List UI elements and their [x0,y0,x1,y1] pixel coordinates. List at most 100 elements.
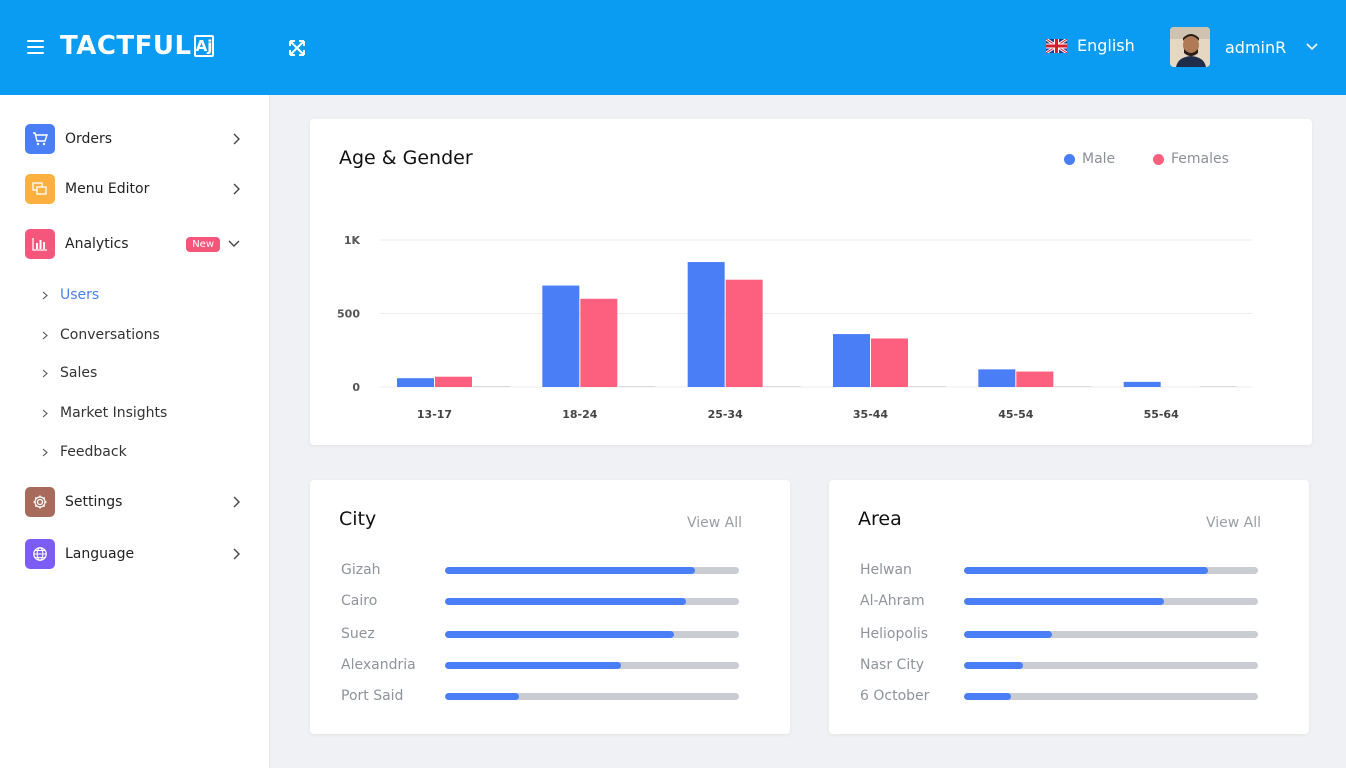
area-title: Area [858,508,902,530]
area-row: Al-Ahram [860,593,1258,609]
progress-fill [445,661,622,669]
age-gender-chart: 0 500 1K 13-17 18-24 25-34 35-44 45-54 55-64 [337,234,1252,421]
chevron-right-icon [42,448,48,456]
bar-male-13-17[interactable] [397,378,434,387]
gear-icon [25,487,55,517]
bar-females-45-54[interactable] [1016,371,1054,387]
area-label: 6 October [860,688,930,704]
progress-bar [964,566,1258,574]
bar-females-25-34[interactable] [725,279,763,387]
city-view-all-link[interactable]: View All [687,515,742,531]
chevron-right-icon [233,133,240,145]
bar-male-35-44[interactable] [833,334,870,387]
sidebar-item-orders[interactable]: Orders [25,124,240,154]
progress-fill [445,692,519,700]
bar-male-45-54[interactable] [978,369,1016,387]
sub-item-feedback[interactable]: Feedback [42,444,127,460]
layers-icon [25,174,55,204]
top-header: TACTFUL Aj English adminR [0,0,1346,95]
sub-item-label: Feedback [60,444,127,460]
sub-item-conversations[interactable]: Conversations [42,327,160,343]
sidebar-item-language[interactable]: Language [25,539,240,569]
city-row: Cairo [341,593,739,609]
sidebar-item-settings[interactable]: Settings [25,487,240,517]
language-label: English [1077,36,1135,55]
bar-male-25-34[interactable] [687,262,725,387]
bar-females-18-24[interactable] [580,298,618,387]
chevron-right-icon [233,496,240,508]
username: adminR [1225,37,1287,57]
sub-item-market-insights[interactable]: Market Insights [42,405,167,421]
legend-females[interactable]: Females [1153,151,1229,167]
chevron-down-icon [1306,43,1318,51]
progress-bar [964,692,1258,700]
sidebar: Orders Menu Editor Analytics New Users C… [0,95,270,768]
x-tick-label: 25-34 [708,408,744,421]
city-label: Gizah [341,562,381,578]
sidebar-item-label: Orders [65,131,113,147]
legend-dot [1153,153,1164,165]
sub-item-label: Conversations [60,327,160,343]
logo[interactable]: TACTFUL Aj [60,31,214,61]
hamburger-menu-icon[interactable] [27,40,44,54]
chevron-right-icon [233,548,240,560]
x-tick-label: 13-17 [417,408,452,421]
chevron-right-icon [233,183,240,195]
city-label: Port Said [341,688,404,704]
area-label: Heliopolis [860,626,929,642]
sub-item-label: Market Insights [60,405,168,421]
chevron-right-icon [42,409,48,417]
x-tick-label: 18-24 [562,408,598,421]
city-title: City [339,508,377,530]
sidebar-item-analytics[interactable]: Analytics New [25,229,240,259]
new-badge: New [186,236,220,252]
y-tick-label: 500 [337,308,360,321]
bar-females-13-17[interactable] [435,376,472,387]
progress-fill [964,566,1209,574]
chevron-right-icon [42,331,48,339]
sidebar-item-label: Analytics [65,236,129,252]
area-row: Nasr City [860,657,1258,673]
sub-item-users[interactable]: Users [42,287,99,303]
city-label: Suez [341,626,375,642]
x-tick-label: 55-64 [1144,408,1180,421]
progress-fill [964,661,1023,669]
legend-label: Male [1082,151,1116,167]
bar-females-35-44[interactable] [871,338,908,387]
progress-fill [445,630,675,638]
city-row: Alexandria [341,657,739,673]
uk-flag-icon [1046,38,1067,53]
progress-fill [964,630,1053,638]
city-row: Suez [341,626,739,642]
area-label: Helwan [860,562,912,578]
sidebar-item-label: Language [65,546,135,562]
bar-male-55-64[interactable] [1123,381,1161,387]
language-selector[interactable]: English [1046,36,1135,55]
fullscreen-icon[interactable] [288,39,306,57]
area-row: Heliopolis [860,626,1258,642]
progress-bar [445,566,739,574]
y-tick-label: 1K [344,234,361,247]
legend-dot [1064,153,1075,165]
progress-fill [964,597,1164,605]
sub-item-sales[interactable]: Sales [42,365,97,381]
avatar [1170,27,1210,67]
sidebar-item-label: Settings [65,494,123,510]
progress-bar [964,630,1258,638]
logo-suffix: Aj [193,35,214,57]
area-view-all-link[interactable]: View All [1206,515,1261,531]
progress-fill [445,597,687,605]
city-label: Cairo [341,593,378,609]
legend-male[interactable]: Male [1064,151,1115,167]
user-menu[interactable]: adminR [1170,27,1318,67]
area-row: 6 October [860,688,1258,704]
bar-male-18-24[interactable] [542,285,580,387]
progress-bar [445,630,739,638]
city-row: Port Said [341,688,739,704]
chevron-right-icon [42,291,48,299]
progress-fill [445,566,695,574]
sidebar-item-menu-editor[interactable]: Menu Editor [25,174,240,204]
progress-bar [445,661,739,669]
chevron-right-icon [42,369,48,377]
sub-item-label: Sales [60,365,98,381]
